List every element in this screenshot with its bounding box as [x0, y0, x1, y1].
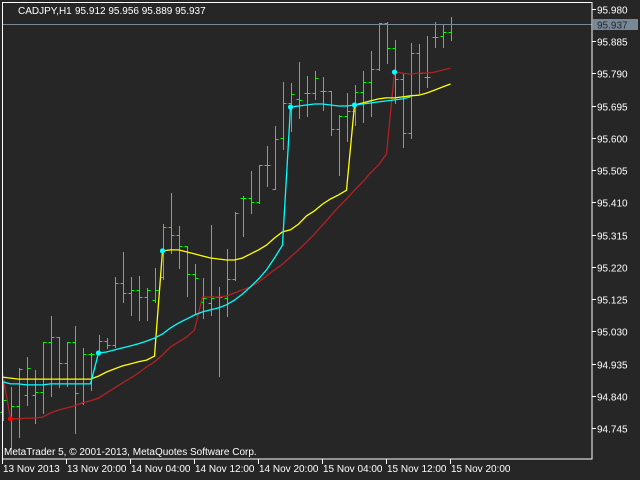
- price-tick-label: 95.505: [597, 167, 628, 178]
- chart-background: [0, 0, 640, 480]
- price-tick-label: 95.600: [597, 135, 628, 146]
- price-tick-label: 95.315: [597, 232, 628, 243]
- chart-symbol-timeframe: CADJPY,H1: [18, 6, 72, 17]
- copyright-text: MetaTrader 5, © 2001-2013, MetaQuotes So…: [4, 447, 257, 458]
- signal-dot: [351, 102, 358, 108]
- time-tick-label: 14 Nov 12:00: [195, 464, 255, 475]
- price-tick-label: 94.935: [597, 361, 628, 372]
- price-tick-label: 94.840: [597, 393, 628, 404]
- signal-dot: [159, 248, 166, 254]
- time-tick-label: 13 Nov 2013: [3, 464, 60, 475]
- time-tick-label: 13 Nov 20:00: [67, 464, 127, 475]
- current-price-label: 95.937: [597, 21, 628, 32]
- time-tick-label: 14 Nov 04:00: [131, 464, 191, 475]
- signal-dot: [391, 69, 398, 75]
- price-tick-label: 95.695: [597, 103, 628, 114]
- signal-dot: [287, 104, 294, 110]
- price-tick-label: 94.745: [597, 425, 628, 436]
- price-chart[interactable]: 95.980 95.885 95.790 95.695 95.600 95.505 95.4…: [0, 0, 640, 480]
- price-tick-label: 95.410: [597, 199, 628, 210]
- chart-ohlc-values: 95.912 95.956 95.889 95.937: [75, 6, 206, 17]
- price-tick-label: 95.125: [597, 296, 628, 307]
- time-tick-label: 15 Nov 20:00: [451, 464, 511, 475]
- price-tick-label: 95.885: [597, 38, 628, 49]
- signal-dot: [95, 350, 102, 356]
- signal-dot: [7, 416, 14, 422]
- time-tick-label: 14 Nov 20:00: [259, 464, 319, 475]
- price-tick-label: 95.790: [597, 70, 628, 81]
- price-tick-label: 95.220: [597, 264, 628, 275]
- price-tick-label: 95.030: [597, 328, 628, 339]
- time-tick-label: 15 Nov 12:00: [387, 464, 447, 475]
- time-tick-label: 15 Nov 04:00: [323, 464, 383, 475]
- price-tick-label: 95.980: [597, 6, 628, 17]
